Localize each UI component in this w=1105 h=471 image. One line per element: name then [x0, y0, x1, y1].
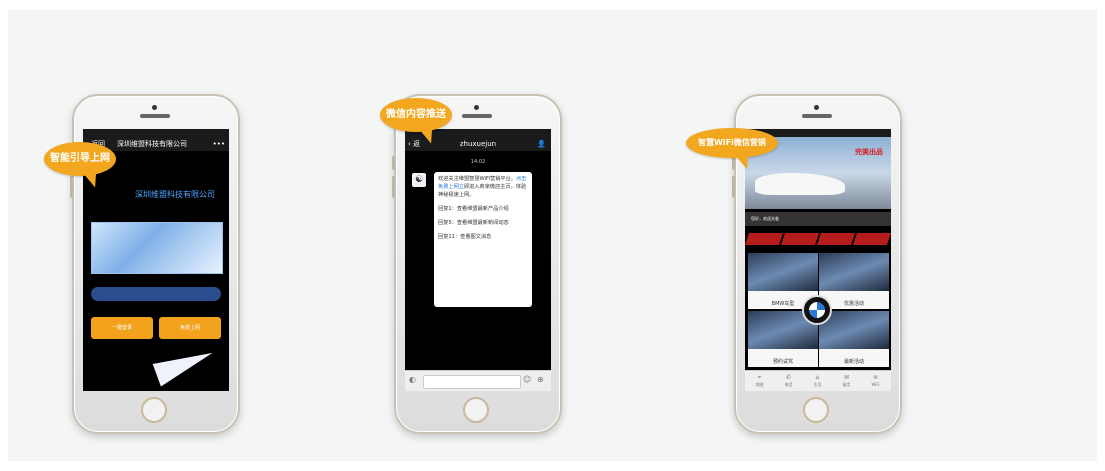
back-button[interactable]: ‹ 返: [408, 137, 420, 151]
msg-reply-1: 回复1：查看维盟最新产品介绍: [438, 206, 509, 212]
camera-icon: [814, 105, 819, 110]
home-button[interactable]: [803, 397, 829, 423]
page-headline: 深圳维盟科技有限公司: [135, 190, 215, 199]
tile-image: [748, 253, 818, 291]
camera-icon: [474, 105, 479, 110]
chat-message: 欢迎关注维盟智慧WiFi营销平台。点击免费上网立即进入商家微店主页，体验神秘极速…: [434, 172, 532, 307]
msg-intro: 欢迎关注维盟智慧WiFi营销平台。: [438, 176, 516, 182]
tile-label: 最新活动: [843, 359, 864, 365]
user-icon[interactable]: 👤: [537, 137, 546, 151]
phone-screen: ‹ 返 zhuxuejun 👤 14:02 ☯ 欢迎关注维盟智慧WiFi营销平台…: [405, 129, 551, 391]
volume-button: [392, 176, 395, 198]
tile-promotions[interactable]: 优惠活动: [819, 253, 889, 309]
tab-label: WiFi: [871, 382, 880, 387]
bmw-logo-icon: [802, 295, 832, 325]
phone-icon: ✆: [785, 374, 792, 381]
one-click-login-button[interactable]: 一键登录: [91, 317, 153, 339]
phone-wechat-push: ‹ 返 zhuxuejun 👤 14:02 ☯ 欢迎关注维盟智慧WiFi营销平台…: [392, 94, 562, 434]
callout-bubble: 智能引导上网: [44, 142, 116, 190]
wifi-icon: ≋: [872, 374, 879, 381]
callout-label: 智慧WiFi微信营销: [698, 138, 766, 147]
tab-phone[interactable]: ✆ 电话: [774, 373, 803, 388]
tab-home[interactable]: ⌂ 主页: [803, 373, 832, 388]
callout-label: 微信内容推送: [386, 109, 446, 120]
tab-message[interactable]: ✉ 留言: [832, 373, 861, 388]
welcome-bar: 您好，欢迎光临: [745, 212, 891, 226]
phone-screen: 完美出品 您好，欢迎光临 BMW车型 优惠活动 预约试驾 最新活动 ⌖ 地图 ✆…: [745, 129, 891, 391]
chat-input[interactable]: [423, 375, 521, 389]
volume-button: [732, 176, 735, 198]
ribbon-item[interactable]: [817, 233, 855, 245]
chat-input-bar: ◐ ☺ ⊕: [405, 370, 551, 391]
volume-button: [70, 176, 73, 198]
tile-image: [819, 253, 889, 291]
status-bar: [83, 129, 229, 137]
tile-latest-events[interactable]: 最新活动: [819, 311, 889, 367]
ribbon-item[interactable]: [781, 233, 819, 245]
more-icon[interactable]: •••: [213, 137, 225, 151]
home-button[interactable]: [463, 397, 489, 423]
voice-icon[interactable]: ◐: [409, 375, 416, 384]
account-avatar[interactable]: ☯: [412, 173, 426, 187]
notice-bar: [91, 287, 221, 301]
callout-bubble: 智慧WiFi微信营销: [686, 128, 778, 172]
tab-label: 电话: [784, 382, 793, 387]
emoji-icon[interactable]: ☺: [523, 375, 531, 384]
hero-brand: 完美出品: [855, 148, 883, 156]
map-pin-icon: ⌖: [757, 374, 762, 381]
free-wifi-button[interactable]: 免费上网: [159, 317, 221, 339]
tab-map[interactable]: ⌖ 地图: [745, 373, 774, 388]
nav-title: 深圳维盟科技有限公司: [117, 140, 187, 148]
callout-label: 智能引导上网: [50, 153, 110, 164]
volume-button: [392, 156, 395, 170]
logo-quadrants: [809, 302, 825, 318]
car-image: [755, 173, 845, 195]
tab-wifi[interactable]: ≋ WiFi: [861, 373, 890, 387]
ribbon-item[interactable]: [853, 233, 891, 245]
speaker-icon: [462, 114, 492, 118]
home-button[interactable]: [141, 397, 167, 423]
tab-label: 地图: [755, 382, 764, 387]
ribbon-item[interactable]: [745, 233, 783, 245]
speaker-icon: [140, 114, 170, 118]
speaker-icon: [802, 114, 832, 118]
showcase-canvas: ‹ 返回 深圳维盟科技有限公司 ••• 深圳维盟科技有限公司 一键登录 免费上网…: [8, 10, 1097, 461]
promo-banner[interactable]: [91, 222, 223, 274]
tab-label: 主页: [813, 382, 822, 387]
message-icon: ✉: [843, 374, 850, 381]
camera-icon: [152, 105, 157, 110]
chat-title: zhuxuejun: [459, 140, 497, 148]
msg-reply-11: 回复11：查看图文消息: [438, 234, 492, 240]
callout-bubble: 微信内容推送: [380, 98, 452, 146]
message-time: 14:02: [470, 159, 486, 165]
msg-reply-5: 回复5：查看维盟最新新闻动态: [438, 220, 509, 226]
back-label: 返: [413, 140, 421, 148]
home-icon: ⌂: [815, 374, 820, 381]
paper-plane-icon: [152, 343, 218, 387]
tab-label: 留言: [842, 382, 851, 387]
bottom-tab-bar: ⌖ 地图 ✆ 电话 ⌂ 主页 ✉ 留言 ≋ WiFi: [745, 370, 891, 391]
tile-label: 预约试驾: [772, 359, 793, 365]
plus-icon[interactable]: ⊕: [537, 375, 544, 384]
